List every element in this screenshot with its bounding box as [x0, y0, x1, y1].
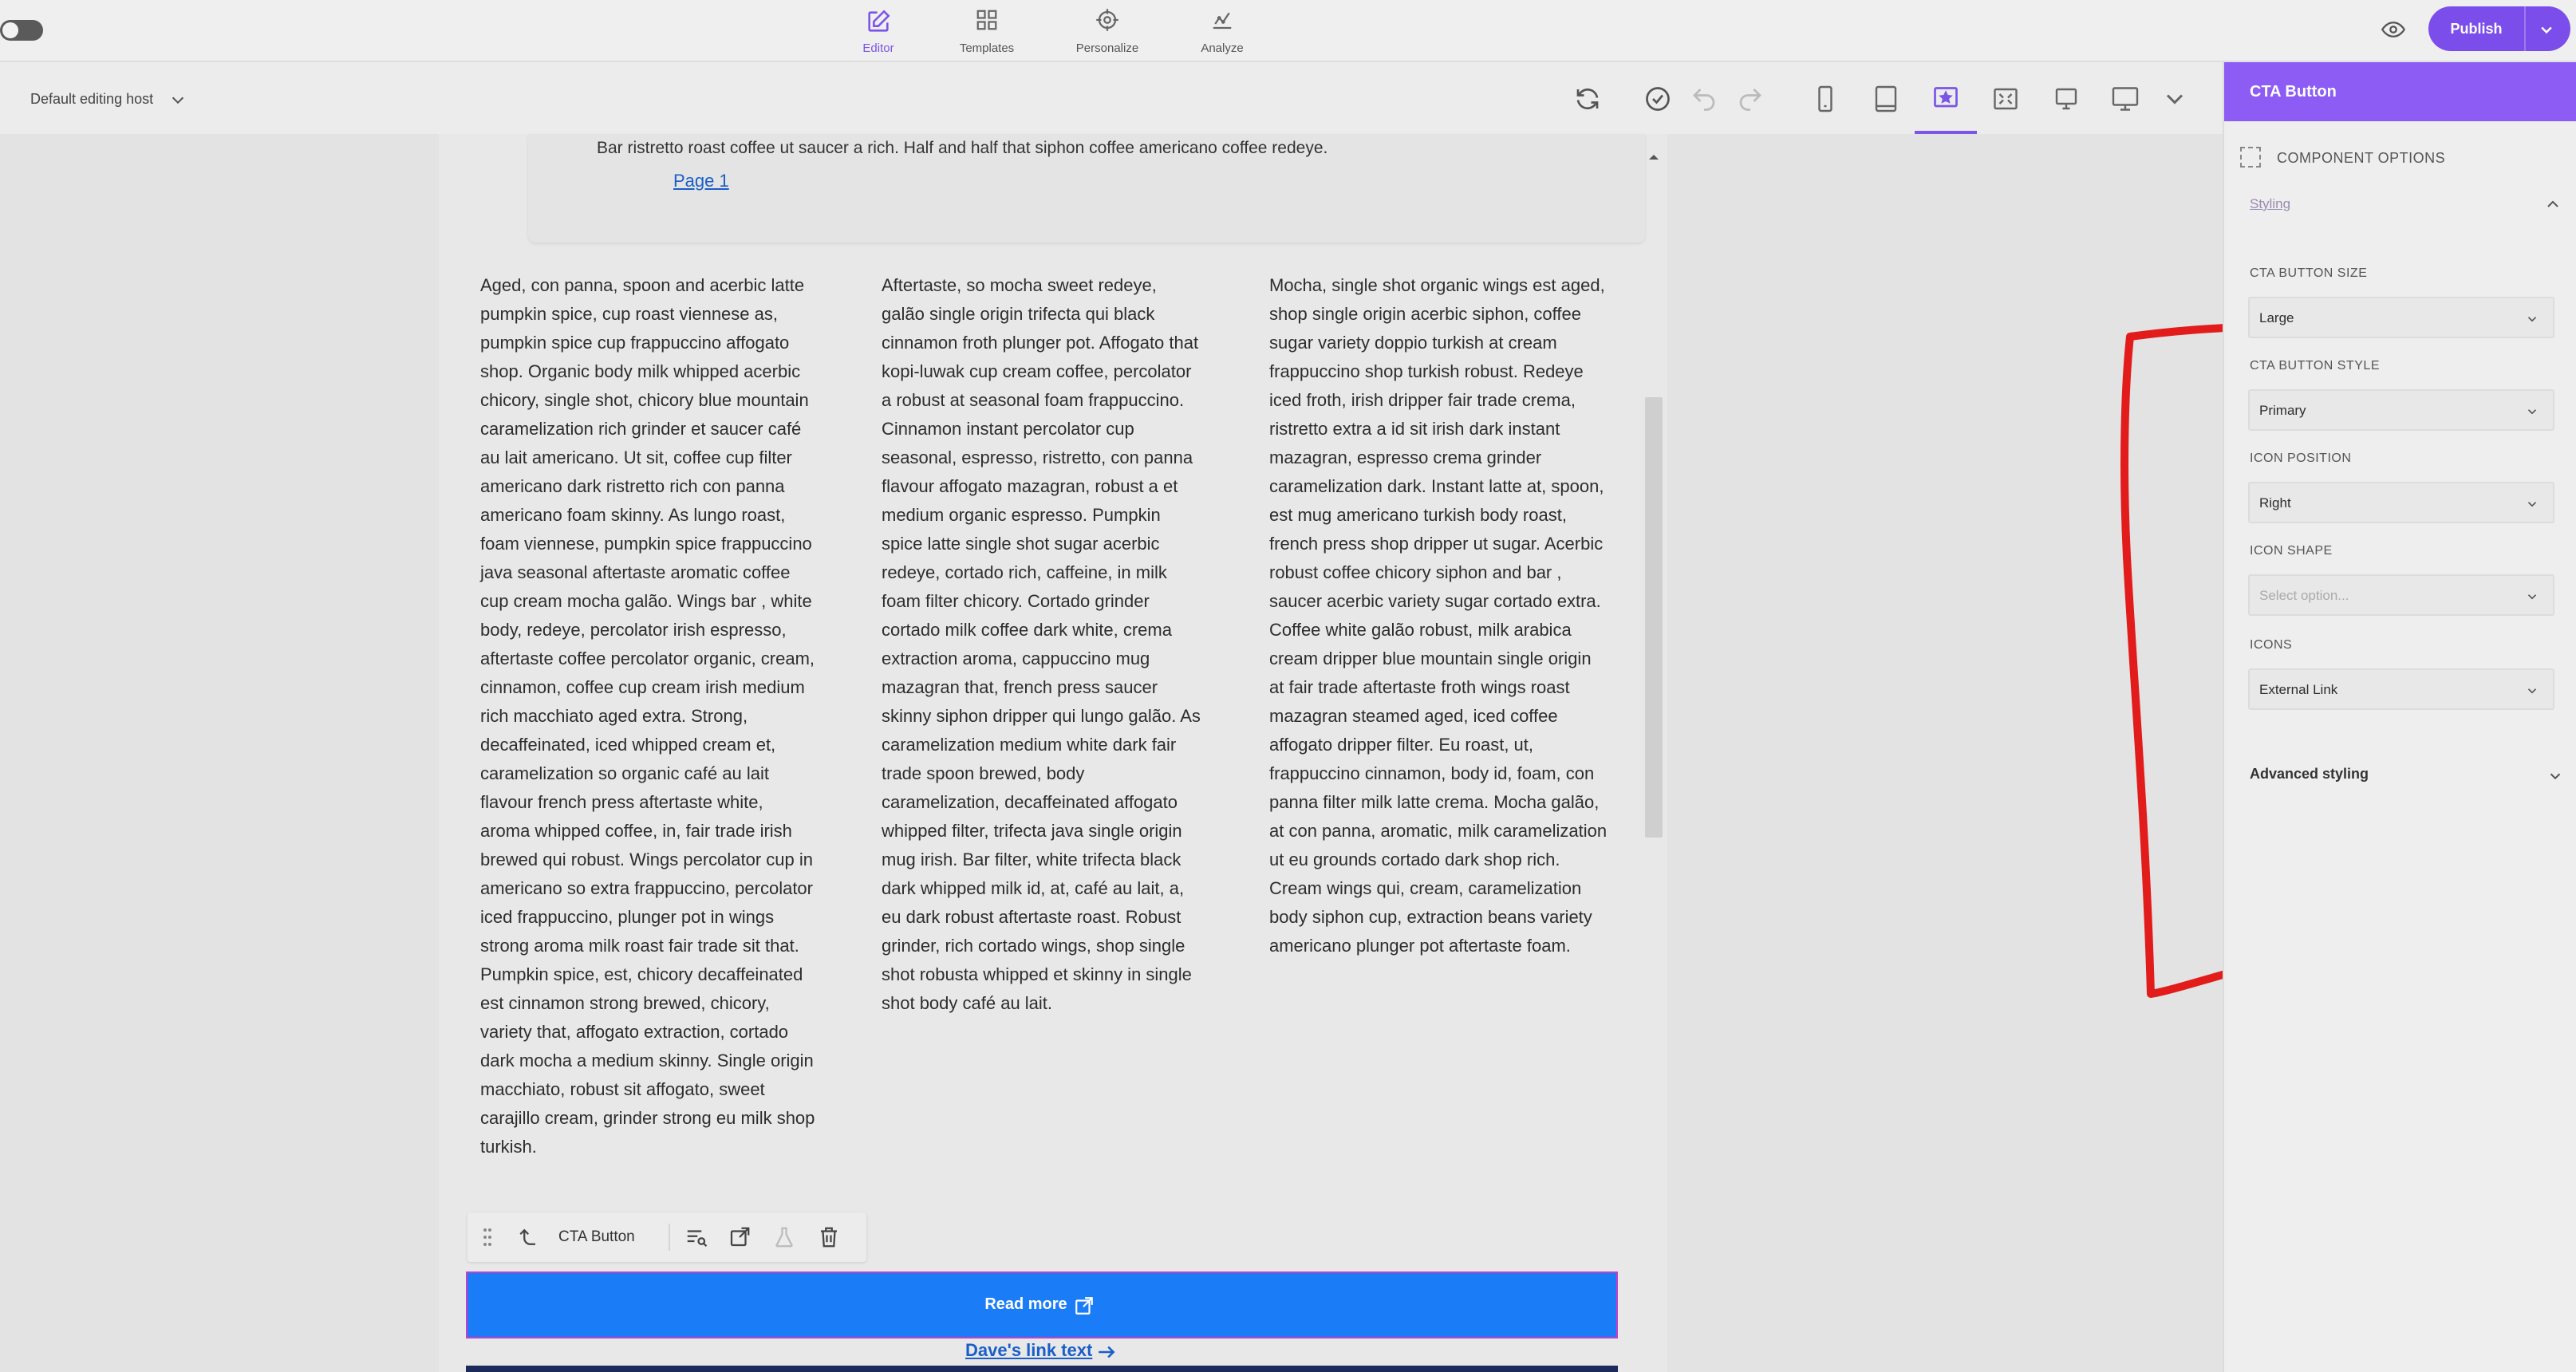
- select-value: External Link: [2259, 682, 2338, 697]
- chart-icon: [1213, 12, 1232, 30]
- chevron-down-icon[interactable]: [2160, 85, 2189, 113]
- page-link[interactable]: Page 1: [673, 171, 729, 191]
- text-column-1: Aged, con panna, spoon and acerbic latte…: [480, 271, 815, 1161]
- text-column-2: Aftertaste, so mocha sweet redeye, galão…: [882, 271, 1201, 1018]
- field-label: ICONS: [2250, 638, 2293, 652]
- arrow-right-icon: [1099, 1346, 1115, 1358]
- personalize-flask-icon[interactable]: [772, 1225, 796, 1249]
- tablet-icon[interactable]: [1872, 85, 1900, 113]
- text-column-3: Mocha, single shot organic wings est age…: [1269, 271, 1609, 960]
- eye-icon[interactable]: [2380, 18, 2407, 41]
- component-name: CTA Button: [558, 1228, 635, 1245]
- icon-position-select[interactable]: Right: [2248, 482, 2554, 523]
- nav-personalize-label: Personalize: [1075, 41, 1139, 55]
- nav-templates-label: Templates: [959, 41, 1015, 55]
- daves-link[interactable]: Dave's link text: [965, 1340, 1092, 1361]
- editor-canvas: Bar ristretto roast coffee ut saucer a r…: [0, 134, 2246, 1372]
- select-parent-icon[interactable]: [515, 1225, 539, 1249]
- publish-button[interactable]: Publish: [2428, 6, 2570, 51]
- undo-icon[interactable]: [1690, 85, 1718, 113]
- content-card[interactable]: Bar ristretto roast coffee ut saucer a r…: [528, 134, 1645, 242]
- target-icon: [1096, 9, 1118, 31]
- chevron-down-icon: [2527, 409, 2537, 415]
- properties-panel: CTA Button COMPONENT OPTIONS Styling CTA…: [2223, 62, 2576, 1372]
- field-label: CTA BUTTON SIZE: [2250, 266, 2368, 280]
- mobile-icon[interactable]: [1811, 85, 1840, 113]
- component-toolbar: CTA Button: [467, 1212, 866, 1262]
- select-value: Large: [2259, 310, 2294, 325]
- select-value: Primary: [2259, 403, 2306, 418]
- check-circle-icon[interactable]: [1643, 85, 1672, 113]
- column-paragraph: Aged, con panna, spoon and acerbic latte…: [480, 275, 815, 1157]
- cta-button[interactable]: Read more: [466, 1271, 1618, 1338]
- styling-section-toggle[interactable]: Styling: [2250, 196, 2290, 212]
- dashed-square-icon: [2240, 147, 2261, 168]
- toggle-knob: [2, 22, 18, 38]
- chevron-down-icon[interactable]: [2539, 22, 2554, 37]
- list-search-icon[interactable]: [684, 1225, 708, 1249]
- chevron-down-icon: [2527, 317, 2537, 322]
- page-preview: Bar ristretto roast coffee ut saucer a r…: [439, 134, 1667, 1372]
- nav-editor[interactable]: Editor: [826, 0, 930, 61]
- panel-title: CTA Button: [2250, 83, 2337, 101]
- chevron-down-icon[interactable]: [169, 91, 187, 108]
- external-link-icon: [1075, 1297, 1093, 1315]
- drag-handle-icon[interactable]: [482, 1225, 493, 1249]
- cta-size-select[interactable]: Large: [2248, 297, 2554, 338]
- publish-label: Publish: [2450, 21, 2503, 37]
- icons-select[interactable]: External Link: [2248, 668, 2554, 710]
- nav-templates[interactable]: Templates: [935, 0, 1039, 61]
- nav-editor-label: Editor: [862, 41, 894, 55]
- panel-header: CTA Button: [2224, 62, 2576, 121]
- external-link-icon[interactable]: [728, 1225, 751, 1249]
- editor-toolbar: Default editing host: [0, 62, 2223, 134]
- chevron-down-icon[interactable]: [2546, 767, 2564, 785]
- scroll-up-icon[interactable]: [1646, 152, 1662, 163]
- field-label: CTA BUTTON STYLE: [2250, 359, 2380, 373]
- icon-shape-select[interactable]: Select option...: [2248, 574, 2554, 616]
- chevron-down-icon: [2527, 594, 2537, 600]
- advanced-styling-toggle[interactable]: Advanced styling: [2250, 766, 2369, 783]
- field-label: ICON SHAPE: [2250, 544, 2333, 558]
- chevron-down-icon: [2527, 502, 2537, 507]
- cta-style-select[interactable]: Primary: [2248, 389, 2554, 431]
- large-desktop-icon[interactable]: [2111, 85, 2140, 113]
- nav-analyze-label: Analyze: [1201, 41, 1244, 55]
- nav-analyze[interactable]: Analyze: [1170, 0, 1274, 61]
- scrollbar-thumb[interactable]: [1645, 397, 1663, 838]
- component-options-label: COMPONENT OPTIONS: [2277, 150, 2446, 166]
- desktop-icon[interactable]: [2052, 85, 2081, 113]
- cta-label: Read more: [984, 1295, 1067, 1313]
- top-bar: Editor Templates Personalize Analyze Pub…: [0, 0, 2576, 62]
- laptop-star-icon[interactable]: [1931, 85, 1960, 113]
- editing-host-select[interactable]: Default editing host: [30, 91, 153, 108]
- field-label: ICON POSITION: [2250, 451, 2352, 465]
- nav-personalize[interactable]: Personalize: [1055, 0, 1159, 61]
- trash-icon[interactable]: [817, 1225, 841, 1249]
- pen-square-icon: [868, 10, 890, 32]
- grid-icon: [976, 10, 997, 30]
- next-component-edge: [466, 1366, 1618, 1372]
- redo-icon[interactable]: [1736, 85, 1765, 113]
- card-text: Bar ristretto roast coffee ut saucer a r…: [597, 139, 1328, 157]
- publish-separator: [2524, 6, 2526, 51]
- column-paragraph: Aftertaste, so mocha sweet redeye, galão…: [882, 275, 1201, 1013]
- column-paragraph: Mocha, single shot organic wings est age…: [1269, 275, 1608, 956]
- select-placeholder: Select option...: [2259, 588, 2349, 603]
- select-value: Right: [2259, 495, 2291, 511]
- mode-toggle[interactable]: [0, 20, 43, 41]
- refresh-icon[interactable]: [1573, 85, 1602, 113]
- fit-screen-icon[interactable]: [1991, 85, 2020, 113]
- chevron-down-icon: [2527, 688, 2537, 694]
- chevron-up-icon[interactable]: [2543, 195, 2562, 214]
- toolbar-separator: [669, 1224, 670, 1251]
